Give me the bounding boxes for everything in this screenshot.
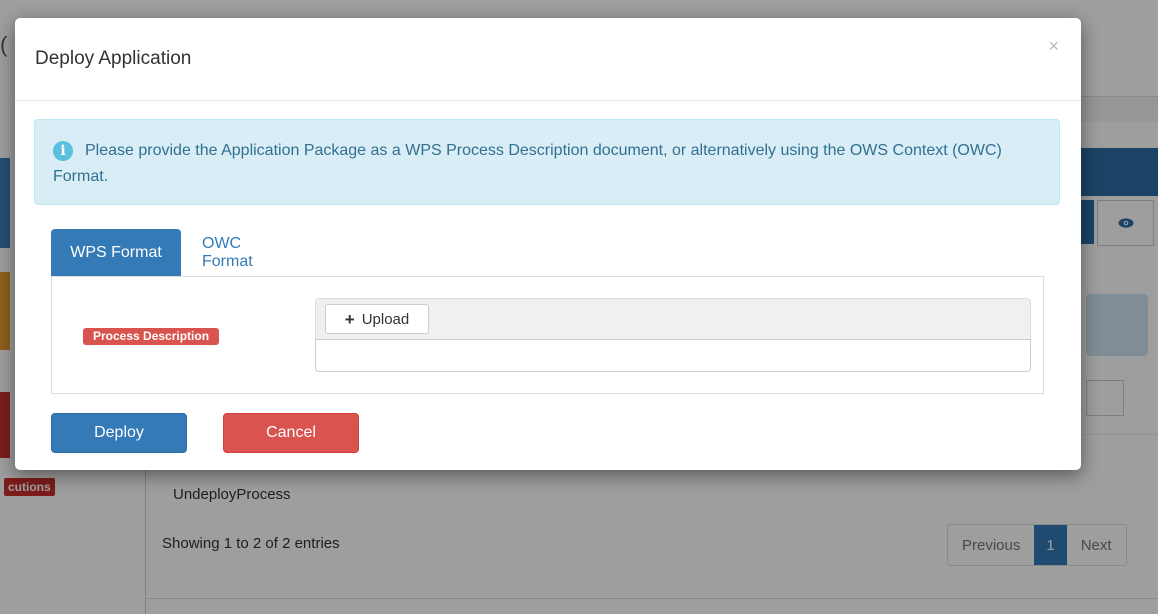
upload-button-label: Upload <box>361 310 410 328</box>
upload-toolbar: + Upload <box>315 298 1031 339</box>
tab-wps-format[interactable]: WPS Format <box>51 229 181 276</box>
modal-title: Deploy Application <box>35 48 192 69</box>
info-alert: i Please provide the Application Package… <box>34 119 1060 205</box>
modal-header: Deploy Application × <box>15 18 1081 101</box>
info-alert-text: Please provide the Application Package a… <box>53 142 1002 185</box>
upload-file-field[interactable] <box>315 339 1031 372</box>
tab-panel-wps: Process Description + Upload <box>51 276 1044 394</box>
deploy-application-modal: Deploy Application × i Please provide th… <box>15 18 1081 470</box>
deploy-button[interactable]: Deploy <box>51 413 187 453</box>
plus-icon: + <box>344 309 355 329</box>
upload-button[interactable]: + Upload <box>325 304 429 334</box>
process-description-label: Process Description <box>83 328 220 345</box>
tab-owc-format[interactable]: OWC Format <box>202 229 253 276</box>
close-icon[interactable]: × <box>1048 36 1059 57</box>
cancel-button[interactable]: Cancel <box>223 413 359 453</box>
upload-group: + Upload <box>315 298 1031 374</box>
